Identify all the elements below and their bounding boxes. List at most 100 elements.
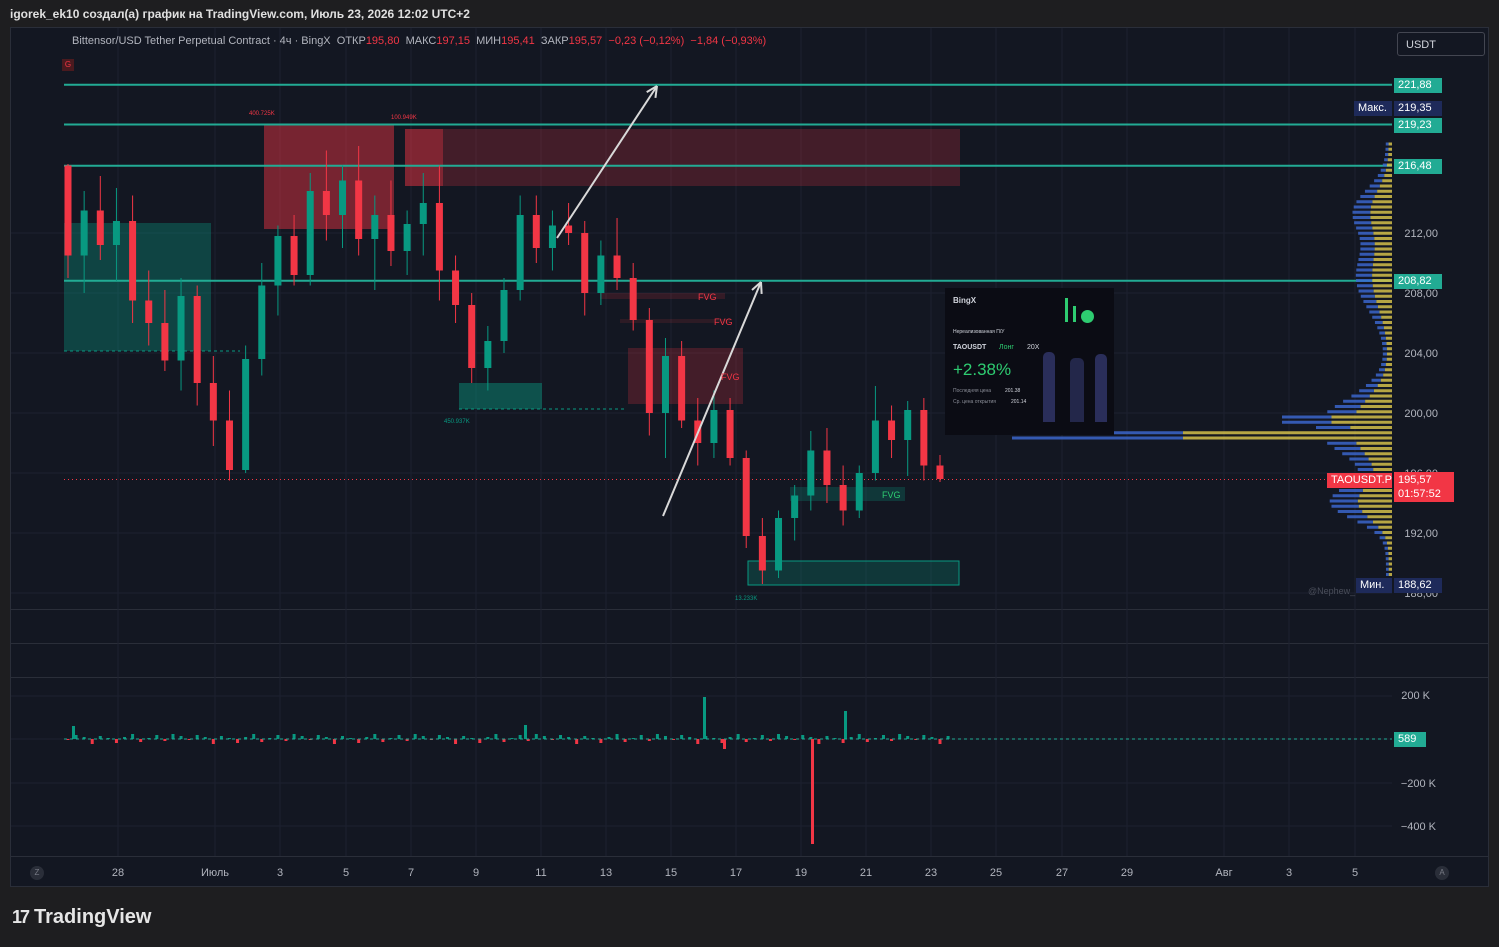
volume-profile-bar [1385, 573, 1389, 576]
volume-profile-bar [1371, 221, 1392, 225]
candle-body [96, 210, 104, 245]
volume-profile-bar [1385, 142, 1389, 146]
volume-bar [195, 735, 199, 739]
volume-bar [90, 739, 94, 744]
volume-profile-bar [1366, 305, 1378, 309]
volume-profile-bar [1385, 562, 1389, 566]
volume-profile-bar [1360, 247, 1375, 251]
level-price-tag: 219,23 [1394, 117, 1442, 133]
volume-profile-bar [1342, 452, 1365, 456]
volume-profile-bar [1374, 195, 1392, 198]
volume-profile-bar [1315, 426, 1351, 429]
volume-bar [171, 734, 175, 739]
candle-body [64, 165, 72, 256]
candle-body [758, 536, 766, 571]
candle-body [904, 410, 912, 440]
volume-bar [922, 735, 926, 739]
date-axis-label: Авг [1215, 867, 1232, 879]
volume-profile-bar [1384, 546, 1388, 550]
volume-profile-bar [1337, 510, 1363, 513]
volume-profile-bar [1378, 525, 1392, 529]
volume-profile-bar [1358, 504, 1392, 508]
currency-button[interactable]: USDT [1397, 32, 1485, 56]
candle-body [322, 191, 330, 215]
volume-profile-bar [1374, 237, 1392, 240]
date-axis-label: 5 [1352, 867, 1358, 879]
volume-axis-tick: −400 K [1401, 821, 1437, 833]
zone-volume-label: 13.233K [735, 596, 757, 602]
candle-body [565, 225, 573, 233]
candle-body [177, 296, 185, 361]
volume-bar [703, 697, 706, 739]
corner-button-right[interactable]: A [1435, 866, 1449, 880]
volume-bar [768, 739, 772, 741]
price-chart-svg[interactable]: 400.725K 100.949K 450.937K 13.233K FVG FVG FVG… [0, 0, 1499, 947]
volume-profile-bar [1372, 263, 1392, 267]
volume-profile-bar [1381, 315, 1392, 319]
volume-bar [615, 734, 619, 739]
volume-profile-bar [1327, 441, 1357, 445]
volume-profile-bar [1384, 174, 1392, 177]
volume-profile-bar [1362, 510, 1392, 513]
card-brand: BingX [953, 296, 977, 305]
candle-body [419, 203, 427, 224]
volume-profile-bar [1329, 499, 1358, 503]
volume-profile-bar [1372, 226, 1392, 230]
candle-body [645, 320, 653, 413]
volume-profile-bar [1360, 195, 1375, 198]
card-figure [1043, 352, 1055, 422]
volume-profile-bar [1359, 237, 1375, 240]
candle-body [242, 359, 250, 470]
volume-profile-bar [1377, 326, 1384, 330]
volume-profile-bar [1385, 336, 1392, 340]
volume-profile-bar [1356, 200, 1373, 204]
volume-profile-bar [1382, 531, 1392, 534]
min-price-tag: 188,62 [1394, 578, 1442, 593]
candle-body [581, 233, 589, 293]
volume-profile-bar [1382, 541, 1387, 545]
volume-profile-bar [1380, 168, 1386, 172]
volume-profile-bar [1356, 279, 1373, 282]
volume-profile-bar [1379, 368, 1385, 372]
volume-profile-bar [1379, 310, 1392, 314]
price-axis-tick: 212,00 [1404, 228, 1438, 240]
symbol-name[interactable]: Bittensor/USD Tether Perpetual Contract … [72, 35, 331, 47]
card-figure [1070, 358, 1084, 422]
card-figure [1095, 354, 1107, 422]
current-price-tag: 195,57 01:57:52 [1394, 472, 1454, 502]
tradingview-logo: 17 TradingView [12, 906, 151, 929]
volume-bar [575, 739, 579, 744]
candle-body [371, 215, 379, 239]
volume-profile-bar [1359, 494, 1392, 498]
volume-profile-bar [1356, 268, 1373, 272]
volume-profile-bar [1386, 342, 1392, 345]
candle-body [597, 255, 605, 293]
volume-profile-bar [1370, 205, 1392, 209]
candle-body [871, 420, 879, 473]
candle-body [839, 485, 847, 511]
fvg-label: FVG [721, 372, 740, 382]
volume-bar [413, 734, 417, 739]
candle-body [742, 458, 750, 536]
level-price-tag: 221,88 [1394, 77, 1442, 93]
g-badge[interactable]: G [62, 59, 74, 71]
open-value: 195,80 [365, 35, 400, 47]
corner-button-left[interactable]: Z [30, 866, 44, 880]
volume-profile-bar [1388, 153, 1392, 156]
volume-bar [114, 739, 118, 743]
candle-body [290, 236, 298, 275]
symbol-legend: Bittensor/USD Tether Perpetual Contract … [72, 35, 766, 47]
volume-profile-bar [1339, 489, 1363, 492]
volume-profile-bar [1183, 431, 1392, 435]
volume-bar [437, 735, 441, 739]
volume-profile-bar [1374, 294, 1392, 298]
volume-bar [316, 735, 320, 739]
volume-profile-bar [1370, 210, 1392, 214]
volume-profile-bar [1360, 294, 1375, 298]
volume-profile-bar [1372, 284, 1392, 288]
volume-bar [139, 739, 143, 742]
candle-body [435, 203, 443, 271]
volume-profile-bar [1377, 305, 1392, 309]
volume-profile-bar [1384, 158, 1388, 162]
volume-profile-bar [1360, 405, 1392, 408]
